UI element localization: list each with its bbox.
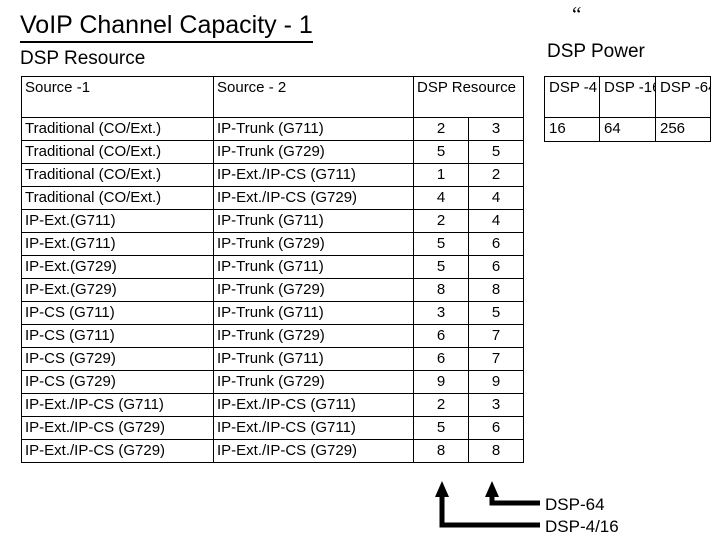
quote-mark-glyph: “ xyxy=(572,2,582,26)
cell-dsp-resource-1: 2 xyxy=(413,393,469,417)
cell-dsp-resource-2: 8 xyxy=(468,278,524,302)
cell-dsp-resource-1: 8 xyxy=(413,278,469,302)
cell-dsp-resource-1: 5 xyxy=(413,140,469,164)
cell-source2: IP-Trunk (G729) xyxy=(213,232,414,256)
cell-dsp-resource-2: 7 xyxy=(468,324,524,348)
cell-source1: IP-CS (G711) xyxy=(21,301,214,325)
callout-arrow-dsp64 xyxy=(485,481,540,506)
table-row: IP-Ext.(G711) IP-Trunk (G711) 2 4 xyxy=(21,209,524,233)
cell-dsp-resource-1: 3 xyxy=(413,301,469,325)
dsp-power-table: DSP -4 DSP -16 DSP -64 16 64 256 xyxy=(544,76,711,142)
power-value-dsp16: 64 xyxy=(599,117,656,142)
callout-arrow-dsp416 xyxy=(435,481,540,528)
cell-dsp-resource-2: 2 xyxy=(468,163,524,187)
table-row: IP-CS (G729) IP-Trunk (G711) 6 7 xyxy=(21,347,524,371)
table-row: IP-Ext.(G729) IP-Trunk (G729) 8 8 xyxy=(21,278,524,302)
cell-dsp-resource-2: 3 xyxy=(468,393,524,417)
cell-source2: IP-Trunk (G729) xyxy=(213,278,414,302)
cell-source2: IP-Trunk (G729) xyxy=(213,370,414,394)
cell-source1: IP-Ext./IP-CS (G729) xyxy=(21,416,214,440)
cell-dsp-resource-1: 2 xyxy=(413,117,469,141)
cell-source2: IP-Trunk (G729) xyxy=(213,140,414,164)
cell-dsp-resource-1: 2 xyxy=(413,209,469,233)
cell-dsp-resource-2: 4 xyxy=(468,209,524,233)
dsp-power-heading: DSP Power xyxy=(547,41,645,62)
callout-label-dsp64: DSP-64 xyxy=(545,495,605,514)
table-row: IP-Ext./IP-CS (G729) IP-Ext./IP-CS (G729)… xyxy=(21,439,524,463)
cell-source1: IP-Ext.(G711) xyxy=(21,209,214,233)
cell-source2: IP-Trunk (G711) xyxy=(213,255,414,279)
slide-canvas: VoIP Channel Capacity - 1 “ DSP Resource… xyxy=(0,0,720,540)
power-value-row: 16 64 256 xyxy=(544,117,711,142)
power-header-row: DSP -4 DSP -16 DSP -64 xyxy=(544,76,711,118)
cell-source1: Traditional (CO/Ext.) xyxy=(21,186,214,210)
table-row: IP-Ext./IP-CS (G711) IP-Ext./IP-CS (G711)… xyxy=(21,393,524,417)
column-header-source1: Source -1 xyxy=(21,76,214,118)
table-header-row: Source -1 Source - 2 DSP Resource xyxy=(21,76,524,118)
cell-dsp-resource-1: 1 xyxy=(413,163,469,187)
page-title: VoIP Channel Capacity - 1 xyxy=(20,11,313,43)
cell-dsp-resource-1: 9 xyxy=(413,370,469,394)
cell-source2: IP-Trunk (G711) xyxy=(213,209,414,233)
cell-source2: IP-Trunk (G711) xyxy=(213,301,414,325)
cell-dsp-resource-2: 3 xyxy=(468,117,524,141)
cell-dsp-resource-1: 5 xyxy=(413,232,469,256)
table-row: Traditional (CO/Ext.) IP-Ext./IP-CS (G711… xyxy=(21,163,524,187)
cell-source2: IP-Ext./IP-CS (G711) xyxy=(213,416,414,440)
cell-dsp-resource-2: 6 xyxy=(468,416,524,440)
cell-source2: IP-Ext./IP-CS (G711) xyxy=(213,393,414,417)
cell-dsp-resource-2: 6 xyxy=(468,255,524,279)
cell-source1: IP-CS (G711) xyxy=(21,324,214,348)
cell-dsp-resource-1: 5 xyxy=(413,416,469,440)
callout-label-dsp416: DSP-4/16 xyxy=(545,517,619,536)
table-row: Traditional (CO/Ext.) IP-Trunk (G711) 2 3 xyxy=(21,117,524,141)
cell-dsp-resource-1: 6 xyxy=(413,324,469,348)
dsp-resource-table: Source -1 Source - 2 DSP Resource Tradit… xyxy=(21,76,524,463)
column-header-dsp-resource: DSP Resource xyxy=(413,76,524,118)
power-column-header-dsp64: DSP -64 xyxy=(655,76,711,118)
cell-dsp-resource-2: 8 xyxy=(468,439,524,463)
cell-dsp-resource-2: 6 xyxy=(468,232,524,256)
cell-source1: Traditional (CO/Ext.) xyxy=(21,163,214,187)
cell-dsp-resource-1: 6 xyxy=(413,347,469,371)
cell-dsp-resource-1: 4 xyxy=(413,186,469,210)
table-row: IP-CS (G711) IP-Trunk (G729) 6 7 xyxy=(21,324,524,348)
cell-source1: IP-Ext.(G711) xyxy=(21,232,214,256)
power-value-dsp4: 16 xyxy=(544,117,600,142)
table-row: Traditional (CO/Ext.) IP-Trunk (G729) 5 5 xyxy=(21,140,524,164)
cell-dsp-resource-1: 8 xyxy=(413,439,469,463)
cell-dsp-resource-2: 9 xyxy=(468,370,524,394)
cell-source2: IP-Trunk (G711) xyxy=(213,347,414,371)
cell-source1: IP-Ext./IP-CS (G711) xyxy=(21,393,214,417)
cell-source2: IP-Ext./IP-CS (G729) xyxy=(213,439,414,463)
cell-dsp-resource-2: 5 xyxy=(468,140,524,164)
power-column-header-dsp16: DSP -16 xyxy=(599,76,656,118)
table-row: Traditional (CO/Ext.) IP-Ext./IP-CS (G729… xyxy=(21,186,524,210)
table-row: IP-CS (G711) IP-Trunk (G711) 3 5 xyxy=(21,301,524,325)
cell-source1: Traditional (CO/Ext.) xyxy=(21,140,214,164)
cell-source1: IP-CS (G729) xyxy=(21,347,214,371)
dsp-resource-heading: DSP Resource xyxy=(20,48,146,69)
power-value-dsp64: 256 xyxy=(655,117,711,142)
cell-source1: IP-Ext.(G729) xyxy=(21,278,214,302)
cell-source2: IP-Trunk (G729) xyxy=(213,324,414,348)
cell-dsp-resource-2: 7 xyxy=(468,347,524,371)
table-row: IP-Ext.(G729) IP-Trunk (G711) 5 6 xyxy=(21,255,524,279)
column-header-source2: Source - 2 xyxy=(213,76,414,118)
power-column-header-dsp4: DSP -4 xyxy=(544,76,600,118)
cell-source2: IP-Trunk (G711) xyxy=(213,117,414,141)
cell-source1: IP-Ext.(G729) xyxy=(21,255,214,279)
cell-source1: Traditional (CO/Ext.) xyxy=(21,117,214,141)
table-row: IP-Ext./IP-CS (G729) IP-Ext./IP-CS (G711)… xyxy=(21,416,524,440)
cell-dsp-resource-2: 4 xyxy=(468,186,524,210)
cell-source1: IP-Ext./IP-CS (G729) xyxy=(21,439,214,463)
table-row: IP-CS (G729) IP-Trunk (G729) 9 9 xyxy=(21,370,524,394)
cell-dsp-resource-1: 5 xyxy=(413,255,469,279)
cell-source2: IP-Ext./IP-CS (G729) xyxy=(213,186,414,210)
table-row: IP-Ext.(G711) IP-Trunk (G729) 5 6 xyxy=(21,232,524,256)
cell-dsp-resource-2: 5 xyxy=(468,301,524,325)
cell-source1: IP-CS (G729) xyxy=(21,370,214,394)
cell-source2: IP-Ext./IP-CS (G711) xyxy=(213,163,414,187)
